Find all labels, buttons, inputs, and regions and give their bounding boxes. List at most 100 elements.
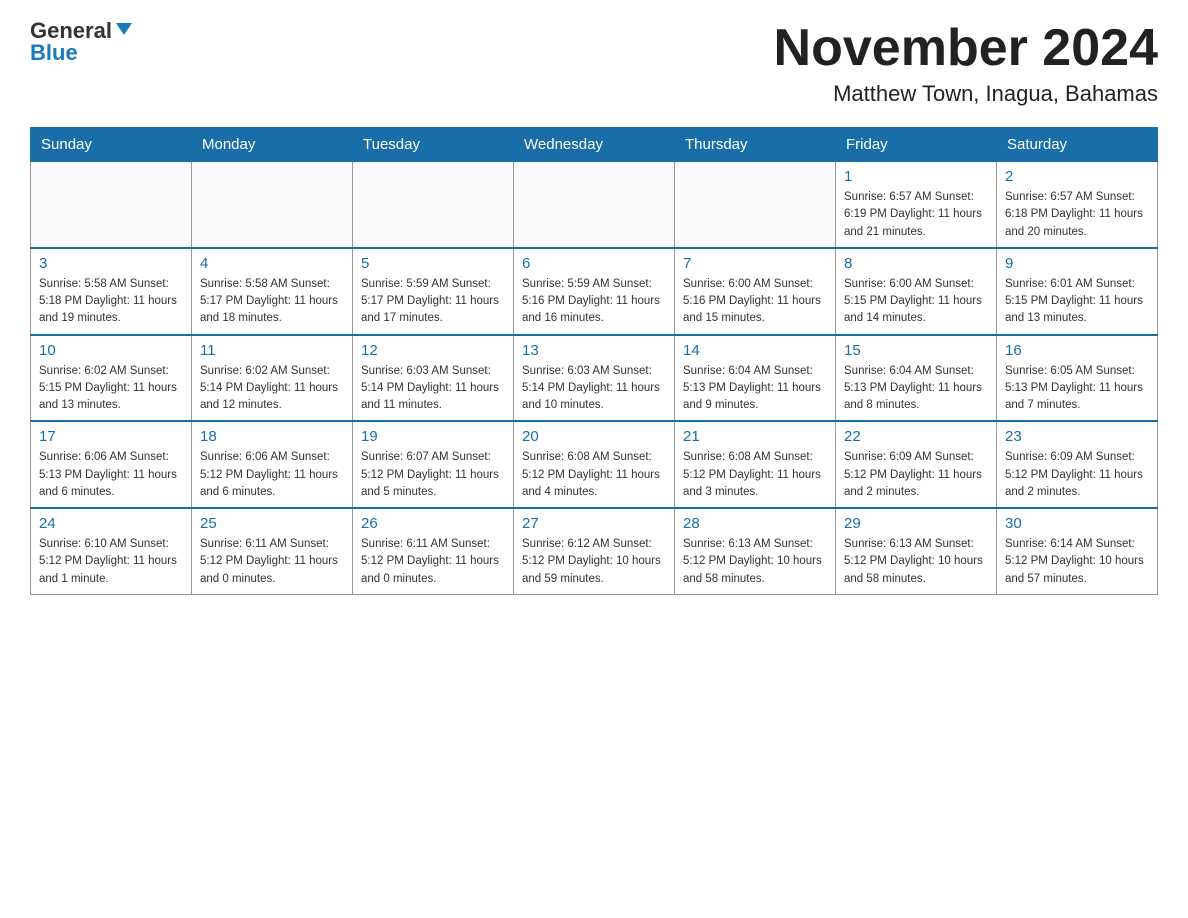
table-row (353, 162, 514, 248)
day-number: 23 (1005, 428, 1149, 445)
title-block: November 2024 Matthew Town, Inagua, Baha… (774, 20, 1158, 107)
table-row: 5Sunrise: 5:59 AM Sunset: 5:17 PM Daylig… (353, 248, 514, 335)
day-info: Sunrise: 5:58 AM Sunset: 5:18 PM Dayligh… (39, 276, 183, 328)
day-number: 11 (200, 342, 344, 359)
day-number: 20 (522, 428, 666, 445)
page-header: General Blue November 2024 Matthew Town,… (30, 20, 1158, 107)
table-row: 7 Sunrise: 6:00 AM Sunset: 5:16 PM Daylig… (675, 248, 836, 335)
table-row (514, 162, 675, 248)
day-info: Sunrise: 6:14 AM Sunset: 5:12 PM Dayligh… (1005, 536, 1149, 588)
day-info: Sunrise: 6:13 AM Sunset: 5:12 PM Dayligh… (844, 536, 988, 588)
table-row: 20 Sunrise: 6:08 AM Sunset: 5:12 PM Dayli… (514, 421, 675, 508)
day-info: Sunrise: 6:10 AM Sunset: 5:12 PM Dayligh… (39, 536, 183, 588)
day-number: 25 (200, 515, 344, 532)
day-number: 22 (844, 428, 988, 445)
day-info: Sunrise: 6:04 AM Sunset: 5:13 PM Dayligh… (683, 363, 827, 415)
table-row: 15 Sunrise: 6:04 AM Sunset: 5:13 PM Dayli… (836, 335, 997, 422)
day-number: 13 (522, 342, 666, 359)
table-row: 27Sunrise: 6:12 AM Sunset: 5:12 PM Dayli… (514, 508, 675, 594)
col-wednesday: Wednesday (514, 128, 675, 162)
day-info: Sunrise: 6:02 AM Sunset: 5:14 PM Dayligh… (200, 363, 344, 415)
day-number: 28 (683, 515, 827, 532)
table-row: 1 Sunrise: 6:57 AM Sunset: 6:19 PM Daylig… (836, 162, 997, 248)
calendar-week-row: 24 Sunrise: 6:10 AM Sunset: 5:12 PM Dayli… (31, 508, 1158, 594)
calendar-week-row: 17 Sunrise: 6:06 AM Sunset: 5:13 PM Dayli… (31, 421, 1158, 508)
table-row: 22 Sunrise: 6:09 AM Sunset: 5:12 PM Dayli… (836, 421, 997, 508)
calendar-table: Sunday Monday Tuesday Wednesday Thursday… (30, 127, 1158, 595)
day-info: Sunrise: 6:09 AM Sunset: 5:12 PM Dayligh… (844, 449, 988, 501)
day-number: 24 (39, 515, 183, 532)
table-row: 23 Sunrise: 6:09 AM Sunset: 5:12 PM Dayli… (997, 421, 1158, 508)
table-row: 16Sunrise: 6:05 AM Sunset: 5:13 PM Dayli… (997, 335, 1158, 422)
table-row: 19Sunrise: 6:07 AM Sunset: 5:12 PM Dayli… (353, 421, 514, 508)
table-row: 9Sunrise: 6:01 AM Sunset: 5:15 PM Daylig… (997, 248, 1158, 335)
table-row: 18Sunrise: 6:06 AM Sunset: 5:12 PM Dayli… (192, 421, 353, 508)
logo-blue: Blue (30, 42, 78, 64)
table-row: 12Sunrise: 6:03 AM Sunset: 5:14 PM Dayli… (353, 335, 514, 422)
day-info: Sunrise: 6:13 AM Sunset: 5:12 PM Dayligh… (683, 536, 827, 588)
day-info: Sunrise: 6:08 AM Sunset: 5:12 PM Dayligh… (522, 449, 666, 501)
table-row: 11 Sunrise: 6:02 AM Sunset: 5:14 PM Dayli… (192, 335, 353, 422)
day-info: Sunrise: 6:11 AM Sunset: 5:12 PM Dayligh… (361, 536, 505, 588)
table-row: 10Sunrise: 6:02 AM Sunset: 5:15 PM Dayli… (31, 335, 192, 422)
col-tuesday: Tuesday (353, 128, 514, 162)
day-number: 29 (844, 515, 988, 532)
day-info: Sunrise: 6:02 AM Sunset: 5:15 PM Dayligh… (39, 363, 183, 415)
table-row: 13 Sunrise: 6:03 AM Sunset: 5:14 PM Dayli… (514, 335, 675, 422)
day-info: Sunrise: 6:11 AM Sunset: 5:12 PM Dayligh… (200, 536, 344, 588)
day-number: 4 (200, 255, 344, 272)
day-info: Sunrise: 6:00 AM Sunset: 5:16 PM Dayligh… (683, 276, 827, 328)
table-row: 24 Sunrise: 6:10 AM Sunset: 5:12 PM Dayli… (31, 508, 192, 594)
day-number: 8 (844, 255, 988, 272)
day-number: 9 (1005, 255, 1149, 272)
table-row: 17 Sunrise: 6:06 AM Sunset: 5:13 PM Dayli… (31, 421, 192, 508)
day-info: Sunrise: 6:57 AM Sunset: 6:18 PM Dayligh… (1005, 189, 1149, 241)
day-info: Sunrise: 5:58 AM Sunset: 5:17 PM Dayligh… (200, 276, 344, 328)
col-sunday: Sunday (31, 128, 192, 162)
day-info: Sunrise: 6:04 AM Sunset: 5:13 PM Dayligh… (844, 363, 988, 415)
table-row (675, 162, 836, 248)
day-number: 21 (683, 428, 827, 445)
logo: General Blue (30, 20, 132, 64)
day-number: 30 (1005, 515, 1149, 532)
day-number: 7 (683, 255, 827, 272)
logo-triangle-icon (116, 23, 132, 35)
logo-general: General (30, 20, 112, 42)
day-number: 27 (522, 515, 666, 532)
day-number: 14 (683, 342, 827, 359)
col-monday: Monday (192, 128, 353, 162)
page-title: November 2024 (774, 20, 1158, 77)
day-info: Sunrise: 6:03 AM Sunset: 5:14 PM Dayligh… (361, 363, 505, 415)
day-info: Sunrise: 6:09 AM Sunset: 5:12 PM Dayligh… (1005, 449, 1149, 501)
table-row (31, 162, 192, 248)
calendar-header-row: Sunday Monday Tuesday Wednesday Thursday… (31, 128, 1158, 162)
day-info: Sunrise: 5:59 AM Sunset: 5:16 PM Dayligh… (522, 276, 666, 328)
day-info: Sunrise: 6:07 AM Sunset: 5:12 PM Dayligh… (361, 449, 505, 501)
day-info: Sunrise: 6:08 AM Sunset: 5:12 PM Dayligh… (683, 449, 827, 501)
table-row: 3Sunrise: 5:58 AM Sunset: 5:18 PM Daylig… (31, 248, 192, 335)
day-number: 15 (844, 342, 988, 359)
table-row: 8 Sunrise: 6:00 AM Sunset: 5:15 PM Daylig… (836, 248, 997, 335)
day-info: Sunrise: 6:57 AM Sunset: 6:19 PM Dayligh… (844, 189, 988, 241)
calendar-week-row: 3Sunrise: 5:58 AM Sunset: 5:18 PM Daylig… (31, 248, 1158, 335)
day-info: Sunrise: 6:06 AM Sunset: 5:13 PM Dayligh… (39, 449, 183, 501)
day-number: 6 (522, 255, 666, 272)
day-info: Sunrise: 6:03 AM Sunset: 5:14 PM Dayligh… (522, 363, 666, 415)
col-saturday: Saturday (997, 128, 1158, 162)
table-row: 4 Sunrise: 5:58 AM Sunset: 5:17 PM Daylig… (192, 248, 353, 335)
day-number: 2 (1005, 168, 1149, 185)
calendar-week-row: 1 Sunrise: 6:57 AM Sunset: 6:19 PM Daylig… (31, 162, 1158, 248)
table-row (192, 162, 353, 248)
table-row: 21 Sunrise: 6:08 AM Sunset: 5:12 PM Dayli… (675, 421, 836, 508)
table-row: 29 Sunrise: 6:13 AM Sunset: 5:12 PM Dayli… (836, 508, 997, 594)
table-row: 14 Sunrise: 6:04 AM Sunset: 5:13 PM Dayli… (675, 335, 836, 422)
day-info: Sunrise: 6:00 AM Sunset: 5:15 PM Dayligh… (844, 276, 988, 328)
day-number: 17 (39, 428, 183, 445)
table-row: 2 Sunrise: 6:57 AM Sunset: 6:18 PM Daylig… (997, 162, 1158, 248)
day-number: 18 (200, 428, 344, 445)
day-number: 16 (1005, 342, 1149, 359)
table-row: 30 Sunrise: 6:14 AM Sunset: 5:12 PM Dayli… (997, 508, 1158, 594)
table-row: 25 Sunrise: 6:11 AM Sunset: 5:12 PM Dayli… (192, 508, 353, 594)
day-info: Sunrise: 5:59 AM Sunset: 5:17 PM Dayligh… (361, 276, 505, 328)
day-number: 1 (844, 168, 988, 185)
